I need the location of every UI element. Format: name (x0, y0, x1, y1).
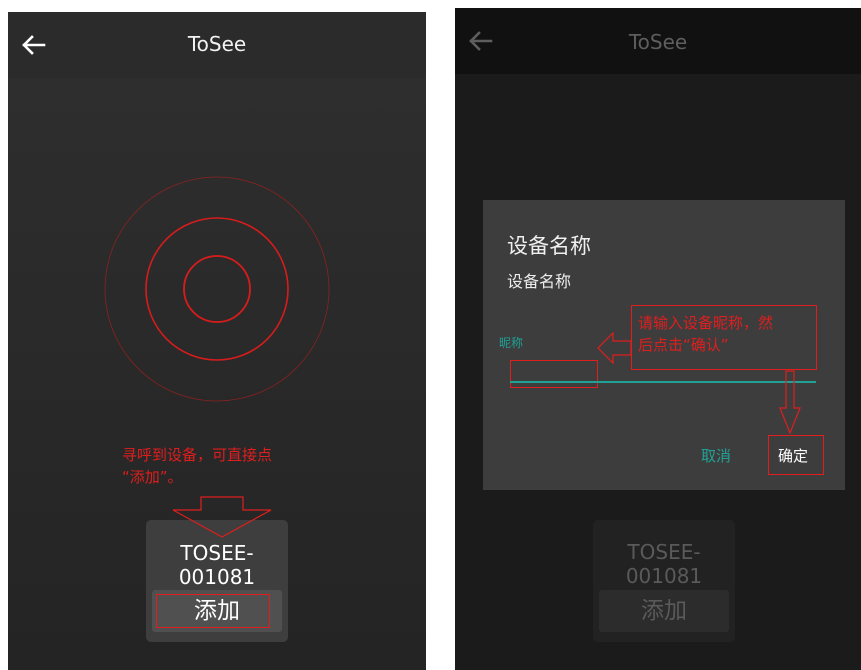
down-arrow-outline-icon (779, 370, 801, 434)
annotation-line: 寻呼到设备，可直接点 (122, 446, 273, 464)
cancel-button[interactable]: 取消 (701, 445, 731, 466)
right-screen: ToSee 设备名称 设备名称 昵称 请输入设备昵称，然 后点击“确认” 取消 … (455, 8, 861, 670)
page-title: ToSee (187, 32, 247, 56)
left-screen: ToSee 寻呼到设备，可直接点 “添加”。 TOSEE-001081 添加 (8, 12, 426, 670)
down-arrow-outline-icon (172, 496, 272, 538)
dialog-message: 设备名称 (507, 272, 572, 291)
page-title: ToSee (628, 30, 688, 54)
toolbar: ToSee (8, 12, 426, 78)
confirm-button[interactable]: 确定 (778, 445, 808, 466)
annotation-text: 寻呼到设备，可直接点 “添加”。 (122, 444, 272, 488)
device-name: TOSEE-001081 (625, 540, 703, 588)
annotation-box: 请输入设备昵称，然 后点击“确认” (631, 305, 817, 370)
nickname-input[interactable] (510, 381, 816, 383)
input-highlight-box[interactable] (510, 360, 598, 388)
device-card: TOSEE-001081 添加 (146, 520, 288, 642)
annotation-line: 请输入设备昵称，然 (638, 314, 774, 332)
device-card: TOSEE-001081 添加 (593, 520, 735, 642)
annotation-text: 请输入设备昵称，然 后点击“确认” (638, 312, 773, 356)
left-arrow-outline-icon (597, 332, 632, 364)
device-name: TOSEE-001081 (178, 541, 256, 589)
add-button[interactable]: 添加 (599, 590, 729, 632)
nickname-hint: 昵称 (499, 336, 524, 350)
toolbar: ToSee (455, 8, 861, 74)
annotation-line: “添加”。 (122, 468, 183, 486)
device-name-dialog: 设备名称 设备名称 昵称 请输入设备昵称，然 后点击“确认” 取消 确定 (483, 200, 845, 490)
dialog-title: 设备名称 (507, 234, 591, 258)
radar-rings-icon (104, 176, 330, 402)
annotation-line: 后点击“确认” (638, 336, 729, 354)
highlight-box (156, 594, 270, 628)
